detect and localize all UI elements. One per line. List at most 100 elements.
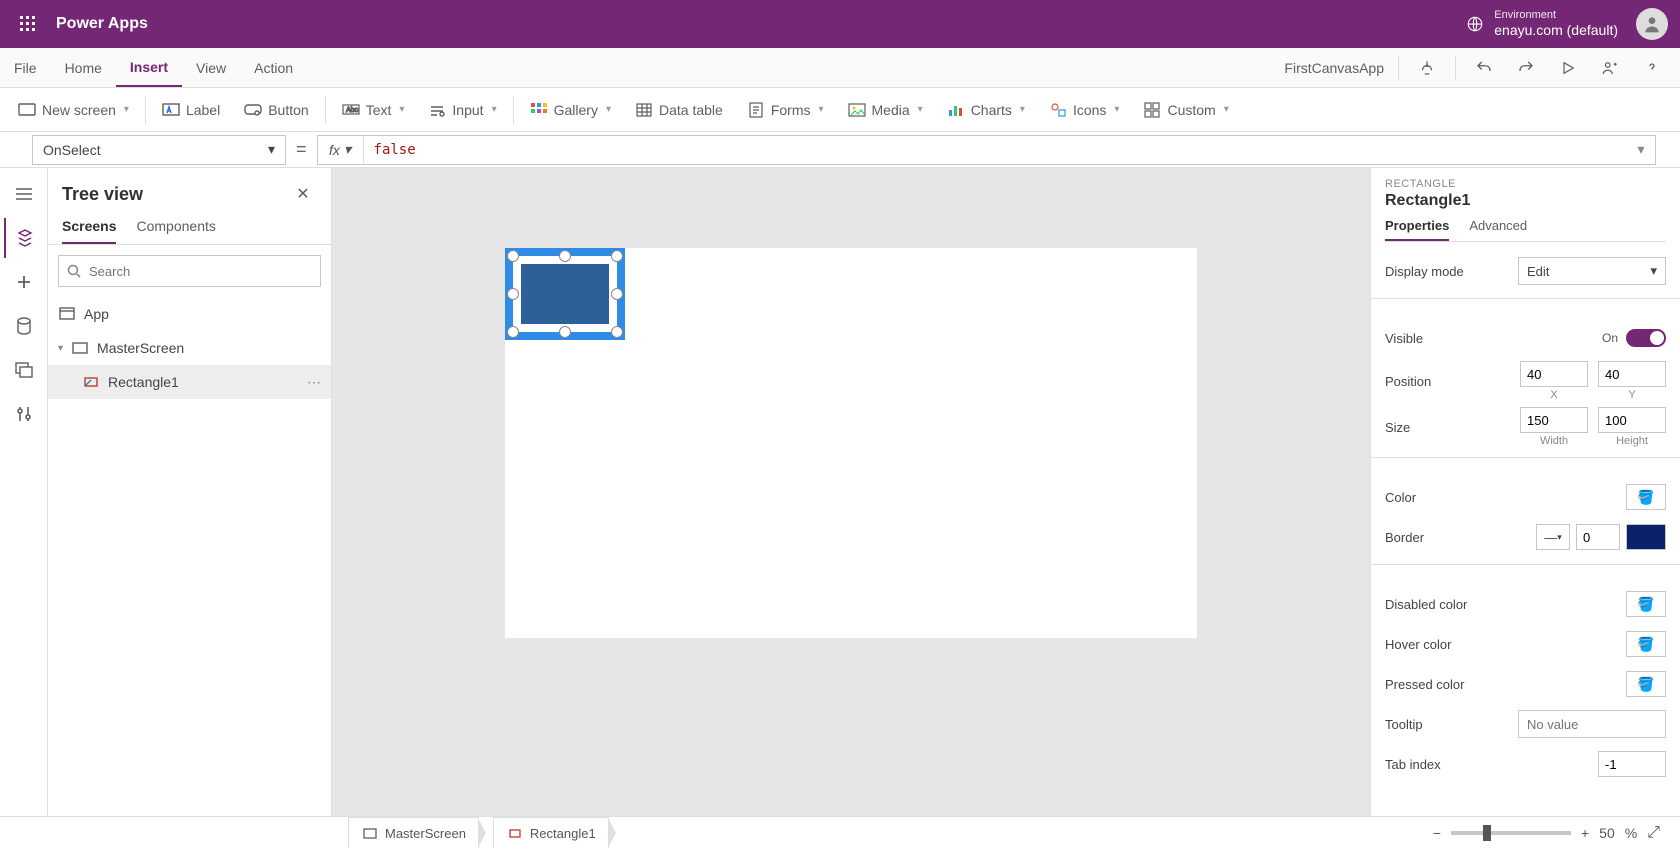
color-picker[interactable]: 🪣 (1626, 484, 1666, 510)
border-width-input[interactable] (1576, 524, 1620, 550)
text-menu[interactable]: AbcText▾ (332, 88, 415, 131)
data-icon[interactable] (4, 306, 44, 346)
charts-menu[interactable]: Charts▾ (937, 88, 1035, 131)
resize-handle[interactable] (611, 288, 623, 300)
media-rail-icon[interactable] (4, 350, 44, 390)
zoom-slider[interactable] (1451, 831, 1571, 835)
fit-screen-icon[interactable]: ⤢ (1647, 824, 1660, 842)
label-visible: Visible (1385, 331, 1423, 346)
fx-button[interactable]: fx▾ (318, 136, 364, 164)
zoom-out-icon[interactable]: − (1433, 825, 1441, 841)
breadcrumb-screen[interactable]: MasterScreen (348, 817, 479, 848)
undo-icon[interactable] (1470, 54, 1498, 82)
button-button[interactable]: Button (234, 88, 318, 131)
menu-insert[interactable]: Insert (116, 48, 182, 87)
border-color-picker[interactable] (1626, 524, 1666, 550)
hover-color-picker[interactable]: 🪣 (1626, 631, 1666, 657)
share-icon[interactable] (1596, 54, 1624, 82)
property-selector[interactable]: OnSelect▾ (32, 135, 286, 165)
pressed-color-picker[interactable]: 🪣 (1626, 671, 1666, 697)
position-y-input[interactable] (1598, 361, 1666, 387)
charts-icon (947, 101, 965, 119)
resize-handle[interactable] (559, 250, 571, 262)
environment-name: enayu.com (default) (1494, 22, 1618, 39)
input-menu[interactable]: Input▾ (418, 88, 506, 131)
media-menu[interactable]: Media▾ (838, 88, 933, 131)
canvas-screen[interactable] (505, 248, 1197, 638)
label-tooltip: Tooltip (1385, 717, 1423, 732)
zoom-in-icon[interactable]: + (1581, 825, 1589, 841)
tree-app[interactable]: App (48, 297, 331, 331)
custom-menu[interactable]: Custom▾ (1133, 88, 1238, 131)
resize-handle[interactable] (507, 250, 519, 262)
resize-handle[interactable] (507, 326, 519, 338)
tooltip-input[interactable] (1518, 710, 1666, 738)
rectangle-shape[interactable] (521, 264, 609, 324)
disabled-color-picker[interactable]: 🪣 (1626, 591, 1666, 617)
resize-handle[interactable] (507, 288, 519, 300)
border-style-select[interactable]: — ▾ (1536, 524, 1570, 550)
close-icon[interactable]: ✕ (289, 180, 317, 208)
properties-panel: RECTANGLE Rectangle1 Properties Advanced… (1370, 168, 1680, 816)
visible-toggle[interactable] (1626, 329, 1666, 347)
menu-file[interactable]: File (0, 48, 51, 87)
search-box[interactable] (58, 255, 321, 287)
display-mode-select[interactable]: Edit▾ (1518, 257, 1666, 285)
tab-screens[interactable]: Screens (62, 218, 116, 244)
new-screen-button[interactable]: New screen▾ (8, 88, 139, 131)
width-input[interactable] (1520, 407, 1588, 433)
breadcrumb-shape[interactable]: Rectangle1 (493, 817, 609, 848)
tree-view-icon[interactable] (4, 218, 44, 258)
toggle-state: On (1602, 331, 1618, 345)
menu-bar: File Home Insert View Action FirstCanvas… (0, 48, 1680, 88)
resize-handle[interactable] (559, 326, 571, 338)
divider (1371, 564, 1680, 565)
user-avatar[interactable] (1636, 8, 1668, 40)
app-launcher-icon[interactable] (12, 8, 44, 40)
hamburger-icon[interactable] (4, 174, 44, 214)
help-icon[interactable] (1638, 54, 1666, 82)
expand-formula-icon[interactable]: ▾ (1627, 141, 1655, 158)
tab-advanced[interactable]: Advanced (1469, 218, 1527, 241)
formula-input[interactable] (364, 142, 1627, 158)
app-name: Power Apps (56, 15, 148, 33)
menu-action[interactable]: Action (240, 48, 307, 87)
icons-icon (1049, 101, 1067, 119)
app-checker-icon[interactable] (1413, 54, 1441, 82)
tab-properties[interactable]: Properties (1385, 218, 1449, 241)
more-icon[interactable]: ⋯ (307, 374, 321, 391)
icons-menu[interactable]: Icons▾ (1039, 88, 1130, 131)
resize-handle[interactable] (611, 326, 623, 338)
gallery-menu[interactable]: Gallery▾ (520, 88, 621, 131)
gallery-icon (530, 101, 548, 119)
label-button[interactable]: Label (152, 88, 230, 131)
divider (1371, 457, 1680, 458)
play-icon[interactable] (1554, 54, 1582, 82)
tab-index-input[interactable] (1598, 751, 1666, 777)
redo-icon[interactable] (1512, 54, 1540, 82)
height-input[interactable] (1598, 407, 1666, 433)
tree-rectangle[interactable]: Rectangle1 ⋯ (48, 365, 331, 399)
menu-home[interactable]: Home (51, 48, 116, 87)
position-x-input[interactable] (1520, 361, 1588, 387)
resize-handle[interactable] (611, 250, 623, 262)
tree-screen[interactable]: ▾ MasterScreen (48, 331, 331, 365)
forms-menu[interactable]: Forms▾ (737, 88, 834, 131)
menu-view[interactable]: View (182, 48, 240, 87)
text-icon: Abc (342, 101, 360, 119)
selected-shape[interactable] (505, 248, 625, 340)
environment-picker[interactable]: Environment enayu.com (default) (1466, 9, 1618, 39)
chevron-down-icon[interactable]: ▾ (58, 343, 63, 354)
zoom-value: 50 (1599, 825, 1615, 841)
tab-components[interactable]: Components (136, 218, 215, 244)
data-table-button[interactable]: Data table (625, 88, 733, 131)
search-input[interactable] (89, 264, 312, 279)
label-color: Color (1385, 490, 1416, 505)
chevron-down-icon: ▾ (1650, 263, 1657, 279)
insert-icon[interactable] (4, 262, 44, 302)
advanced-tools-icon[interactable] (4, 394, 44, 434)
tree-title: Tree view (62, 184, 143, 205)
chevron-down-icon: ▾ (1020, 104, 1025, 115)
chevron-down-icon: ▾ (606, 104, 611, 115)
canvas-area[interactable] (332, 168, 1370, 816)
